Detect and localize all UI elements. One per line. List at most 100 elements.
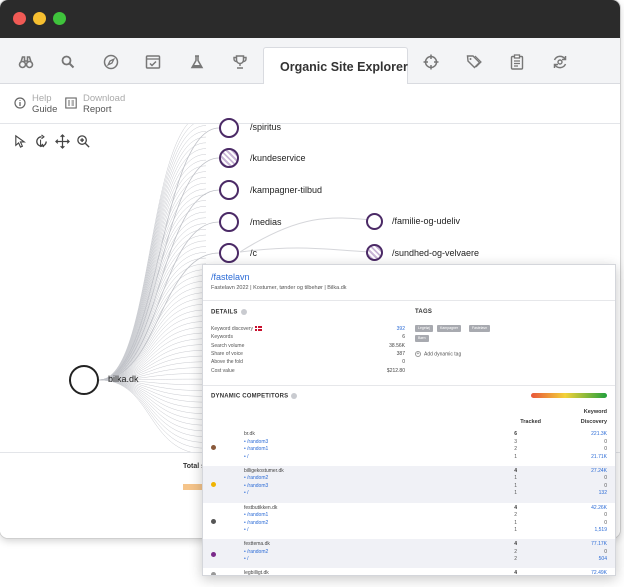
info-icon: [14, 97, 26, 109]
detail-row: Keywords 6: [211, 334, 405, 342]
download-report-button[interactable]: Download Report: [65, 93, 125, 115]
page-path-link[interactable]: /fastelavn: [211, 272, 250, 282]
competitor-page-link[interactable]: • /random1: [244, 446, 268, 452]
competitor-keyword-discovery[interactable]: 27.24K: [573, 468, 607, 474]
detail-row: Keyword discovery 392: [211, 326, 405, 334]
page-keyword-discovery[interactable]: 1,519: [573, 527, 607, 533]
minimize-window-button[interactable]: [33, 12, 46, 25]
clipboard-icon[interactable]: [503, 48, 531, 76]
help-guide-button[interactable]: Help Guide: [14, 93, 57, 115]
competitor-domain[interactable]: br.dk: [244, 431, 255, 437]
competitor-domain[interactable]: festbutikken.dk: [244, 505, 277, 511]
competitor-page-link[interactable]: • /: [244, 556, 249, 562]
competitor-page-row[interactable]: • /random2 1 0: [203, 475, 615, 483]
detail-value[interactable]: 392: [397, 326, 405, 332]
competitor-row[interactable]: legbilligt.dk 4 72.49K: [203, 570, 615, 575]
root-node-label: bilka.dk: [108, 374, 139, 384]
plus-icon: +: [415, 351, 421, 357]
competitor-page-row[interactable]: • /random3 3 0: [203, 439, 615, 447]
tree-node-label: /spiritus: [250, 122, 282, 132]
panel-header: /fastelavn Fastelavn 2022 | Kostumer, tø…: [203, 265, 615, 301]
competitor-page-link[interactable]: • /random3: [244, 439, 268, 445]
crosshair-icon[interactable]: [417, 48, 445, 76]
page-title-text: Fastelavn 2022 | Kostumer, tønder og til…: [211, 285, 347, 291]
competitor-keyword-discovery[interactable]: 72.49K: [573, 570, 607, 575]
page-keyword-discovery[interactable]: 504: [573, 556, 607, 562]
tree-node[interactable]: [219, 148, 239, 168]
competitor-domain[interactable]: billigekostumer.dk: [244, 468, 284, 474]
competitor-page-link[interactable]: • /random2: [244, 520, 268, 526]
competitor-page-row[interactable]: • / 1 21.71K: [203, 454, 615, 462]
competitor-page-link[interactable]: • /random3: [244, 483, 268, 489]
competitor-page-link[interactable]: • /random2: [244, 549, 268, 555]
competitor-keyword-discovery[interactable]: 221.3K: [573, 431, 607, 437]
zoom-in-icon[interactable]: [76, 134, 91, 149]
competitor-page-row[interactable]: • /random2 1 0: [203, 520, 615, 528]
competitor-row[interactable]: festtema.dk 4 77.17K: [203, 541, 615, 549]
competitor-page-row[interactable]: • / 1 132: [203, 490, 615, 498]
competitor-tracked: 4: [514, 541, 517, 548]
rotate-select-icon[interactable]: [34, 134, 49, 149]
tree-node[interactable]: [219, 118, 239, 138]
page-tracked: 2: [514, 512, 517, 519]
competitor-page-row[interactable]: • /random1 2 0: [203, 512, 615, 520]
search-icon[interactable]: [54, 48, 82, 76]
tree-node[interactable]: [219, 212, 239, 232]
help-icon[interactable]: [291, 393, 298, 399]
competitors-heading-text: DYNAMIC COMPETITORS: [211, 393, 289, 400]
page-keyword-discovery: 0: [604, 512, 607, 519]
tag-badge[interactable]: Børn: [415, 335, 429, 342]
tree-node[interactable]: [219, 243, 239, 263]
competitor-page-row[interactable]: • / 1 1,519: [203, 527, 615, 535]
tags-icon[interactable]: [460, 48, 488, 76]
competitor-page-link[interactable]: • /random1: [244, 512, 268, 518]
details-heading-text: DETAILS: [211, 309, 238, 316]
tree-child-node[interactable]: [366, 244, 383, 261]
page-tracked: 1: [514, 490, 517, 497]
close-window-button[interactable]: [13, 12, 26, 25]
tree-child-node[interactable]: [366, 213, 383, 230]
page-keyword-discovery: 0: [604, 482, 607, 489]
competitor-keyword-discovery[interactable]: 77.17K: [573, 541, 607, 547]
competitor-page-row[interactable]: • /random3 1 0: [203, 483, 615, 491]
tab-organic-site-explorer[interactable]: Organic Site Explorer: [263, 47, 408, 85]
tag-badge[interactable]: Fastelavn: [469, 325, 491, 332]
competitor-page-row[interactable]: • / 2 504: [203, 556, 615, 564]
maximize-window-button[interactable]: [53, 12, 66, 25]
competitor-row[interactable]: br.dk 6 221.3K: [203, 431, 615, 439]
competitor-page-row[interactable]: • /random1 2 0: [203, 446, 615, 454]
help-icon[interactable]: [240, 309, 247, 315]
competitor-row[interactable]: festbutikken.dk 4 42.26K: [203, 505, 615, 513]
competitor-page-row[interactable]: • /random2 2 0: [203, 549, 615, 557]
competitor-page-link[interactable]: • /: [244, 454, 249, 460]
competitor-domain[interactable]: legbilligt.dk: [244, 570, 269, 575]
settings-sync-icon[interactable]: [546, 48, 574, 76]
tag-badge[interactable]: Legetøj: [415, 325, 433, 332]
page-tracked: 2: [514, 548, 517, 555]
competitor-page-link[interactable]: • /random2: [244, 475, 268, 481]
tree-node-label: /kundeservice: [250, 153, 306, 163]
flask-icon[interactable]: [183, 48, 211, 76]
detail-value: 38.56K: [389, 342, 405, 349]
competitor-row[interactable]: billigekostumer.dk 4 27.24K: [203, 468, 615, 476]
compass-icon[interactable]: [97, 48, 125, 76]
add-dynamic-tag-button[interactable]: + Add dynamic tag: [415, 351, 461, 357]
competitor-keyword-discovery[interactable]: 42.26K: [573, 505, 607, 511]
browser-check-icon[interactable]: [139, 48, 167, 76]
competitor-domain[interactable]: festtema.dk: [244, 541, 270, 547]
select-cursor-icon[interactable]: [13, 134, 28, 149]
page-keyword-discovery[interactable]: 21.71K: [573, 454, 607, 460]
binoculars-icon[interactable]: [12, 48, 40, 76]
competitor-page-link[interactable]: • /: [244, 527, 249, 533]
trophy-icon[interactable]: [226, 48, 254, 76]
tree-node-label: /kampagner-tilbud: [250, 185, 323, 195]
competitor-page-link[interactable]: • /: [244, 490, 249, 496]
page-keyword-discovery: 0: [604, 446, 607, 452]
pan-move-icon[interactable]: [55, 134, 70, 149]
page-keyword-discovery: 0: [604, 475, 607, 482]
tree-node[interactable]: [219, 180, 239, 200]
tag-badge[interactable]: Kampagner: [437, 325, 462, 332]
competitor-tracked: 4: [514, 504, 517, 511]
page-keyword-discovery[interactable]: 132: [573, 490, 607, 496]
root-node[interactable]: [69, 365, 99, 395]
